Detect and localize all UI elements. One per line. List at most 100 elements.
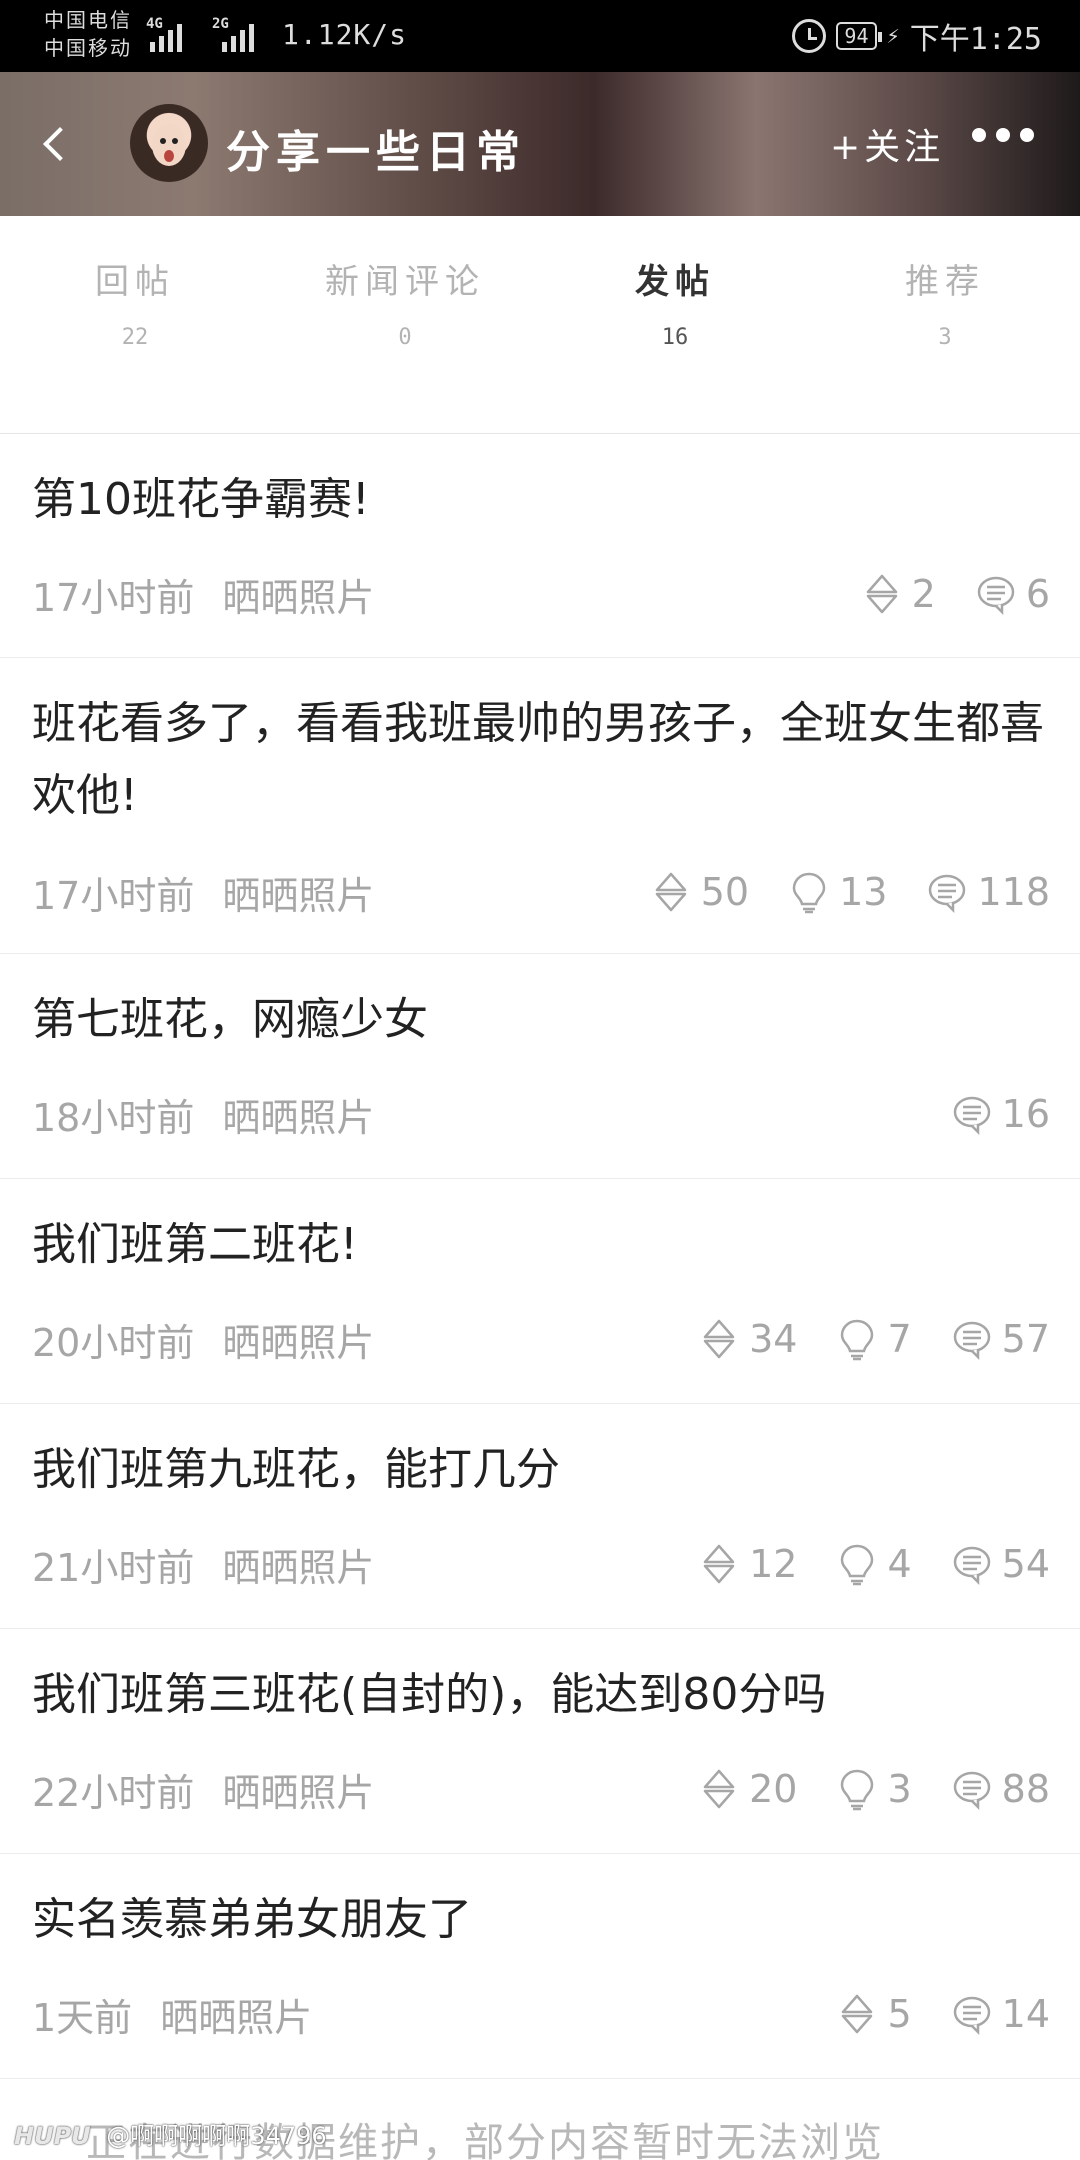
comment-stat[interactable]: 57 xyxy=(952,1317,1050,1361)
tab-posts[interactable]: 发帖 16 xyxy=(540,216,810,433)
recommend-icon xyxy=(703,1319,735,1359)
light-stat[interactable]: 4 xyxy=(837,1542,912,1586)
post-category[interactable]: 晒晒照片 xyxy=(222,1087,374,1142)
status-bar: 中国电信 中国移动 4G 2G 1.12K/s 94 ⚡ 下午1:25 xyxy=(0,0,1080,72)
carrier-1: 中国电信 xyxy=(44,8,132,32)
comment-icon xyxy=(977,576,1015,616)
recommend-count: 5 xyxy=(887,1992,912,2036)
post-item[interactable]: 我们班第九班花，能打几分 21小时前 晒晒照片 12 4 54 xyxy=(0,1404,1080,1629)
recommend-icon xyxy=(703,1544,735,1584)
tab-count: 16 xyxy=(661,325,689,350)
light-stat[interactable]: 7 xyxy=(837,1317,912,1361)
comment-stat[interactable]: 14 xyxy=(952,1992,1050,2036)
light-count: 4 xyxy=(887,1542,912,1586)
tab-count: 0 xyxy=(398,325,412,350)
tab-news-comments[interactable]: 新闻评论 0 xyxy=(270,216,540,433)
follow-button[interactable]: +关注 xyxy=(830,118,944,170)
network-speed: 1.12K/s xyxy=(282,18,408,51)
post-category[interactable]: 晒晒照片 xyxy=(222,1537,374,1592)
profile-header: 分享一些日常 +关注 xyxy=(0,72,1080,216)
post-title[interactable]: 我们班第二班花! xyxy=(32,1209,1048,1281)
post-meta: 21小时前 晒晒照片 12 4 54 xyxy=(32,1536,1050,1592)
post-title[interactable]: 我们班第九班花，能打几分 xyxy=(32,1434,1048,1506)
recommend-icon xyxy=(703,1769,735,1809)
post-title[interactable]: 实名羡慕弟弟女朋友了 xyxy=(32,1884,1048,1956)
recommend-count: 20 xyxy=(749,1767,798,1811)
tab-label: 推荐 xyxy=(905,262,985,302)
post-meta: 22小时前 晒晒照片 20 3 88 xyxy=(32,1761,1050,1817)
post-category[interactable]: 晒晒照片 xyxy=(222,865,374,920)
comment-stat[interactable]: 54 xyxy=(952,1542,1050,1586)
comment-stat[interactable]: 118 xyxy=(927,870,1050,914)
post-time: 1天前 xyxy=(32,1995,133,2040)
tab-count: 22 xyxy=(121,325,149,350)
recommend-stat[interactable]: 12 xyxy=(699,1542,797,1586)
post-item[interactable]: 第七班花，网瘾少女 18小时前 晒晒照片 16 xyxy=(0,954,1080,1179)
light-stat[interactable]: 13 xyxy=(789,870,887,914)
comment-icon xyxy=(953,1996,990,2036)
post-category[interactable]: 晒晒照片 xyxy=(222,567,374,622)
tab-bar: 回帖 22 新闻评论 0 发帖 16 推荐 3 xyxy=(0,216,1080,434)
clock: 下午1:25 xyxy=(909,22,1042,57)
post-time: 17小时前 xyxy=(32,575,195,620)
post-item[interactable]: 我们班第二班花! 20小时前 晒晒照片 34 7 57 xyxy=(0,1179,1080,1404)
recommend-stat[interactable]: 50 xyxy=(651,870,749,914)
comment-count: 88 xyxy=(1001,1767,1050,1811)
comment-icon xyxy=(953,1546,990,1586)
tab-recommended[interactable]: 推荐 3 xyxy=(810,216,1080,433)
recommend-count: 34 xyxy=(749,1317,798,1361)
post-meta: 1天前 晒晒照片 5 14 xyxy=(32,1986,1050,2042)
comment-count: 6 xyxy=(1025,572,1050,616)
light-count: 13 xyxy=(839,870,888,914)
lightbulb-icon xyxy=(841,1544,874,1586)
back-button[interactable] xyxy=(30,116,86,172)
recommend-icon xyxy=(842,1994,873,2034)
tab-replies[interactable]: 回帖 22 xyxy=(0,216,270,433)
avatar[interactable] xyxy=(130,104,208,182)
comment-stat[interactable]: 16 xyxy=(952,1092,1050,1136)
post-title[interactable]: 第七班花，网瘾少女 xyxy=(32,984,1048,1056)
post-meta: 17小时前 晒晒照片 2 6 xyxy=(32,566,1050,622)
post-title[interactable]: 班花看多了，看看我班最帅的男孩子，全班女生都喜欢他! xyxy=(32,688,1048,832)
recommend-count: 50 xyxy=(700,870,750,914)
post-item[interactable]: 第10班花争霸赛! 17小时前 晒晒照片 2 6 xyxy=(0,434,1080,658)
carrier-2: 中国移动 xyxy=(44,36,132,60)
recommend-count: 2 xyxy=(911,572,936,616)
comment-stat[interactable]: 88 xyxy=(952,1767,1050,1811)
light-stat[interactable]: 3 xyxy=(837,1767,912,1811)
recommend-stat[interactable]: 5 xyxy=(837,1992,912,2036)
post-time: 22小时前 xyxy=(32,1770,195,1815)
post-meta: 18小时前 晒晒照片 16 xyxy=(32,1086,1050,1142)
recommend-icon xyxy=(655,872,686,912)
recommend-stat[interactable]: 2 xyxy=(862,572,936,616)
post-title[interactable]: 第10班花争霸赛! xyxy=(32,464,1048,536)
tab-label: 新闻评论 xyxy=(325,262,485,302)
comment-icon xyxy=(953,1096,990,1136)
comment-count: 16 xyxy=(1001,1092,1050,1136)
recommend-icon xyxy=(866,574,897,614)
post-item[interactable]: 实名羡慕弟弟女朋友了 1天前 晒晒照片 5 14 xyxy=(0,1854,1080,2079)
post-time: 18小时前 xyxy=(32,1095,195,1140)
post-category[interactable]: 晒晒照片 xyxy=(160,1987,312,2042)
more-options-icon[interactable] xyxy=(972,128,1034,142)
tab-label: 回帖 xyxy=(95,262,175,302)
tab-label: 发帖 xyxy=(635,262,715,302)
comment-count: 118 xyxy=(977,870,1050,914)
comment-count: 14 xyxy=(1001,1992,1050,2036)
post-meta: 20小时前 晒晒照片 34 7 57 xyxy=(32,1311,1050,1367)
comment-stat[interactable]: 6 xyxy=(976,572,1050,616)
comment-count: 54 xyxy=(1001,1542,1050,1586)
post-title[interactable]: 我们班第三班花(自封的)，能达到80分吗 xyxy=(32,1659,1048,1731)
recommend-stat[interactable]: 34 xyxy=(699,1317,797,1361)
recommend-stat[interactable]: 20 xyxy=(699,1767,797,1811)
light-count: 3 xyxy=(887,1767,912,1811)
lightbulb-icon xyxy=(792,872,826,914)
page-title: 分享一些日常 xyxy=(226,127,526,178)
post-item[interactable]: 班花看多了，看看我班最帅的男孩子，全班女生都喜欢他! 17小时前 晒晒照片 50… xyxy=(0,658,1080,954)
post-time: 17小时前 xyxy=(32,873,195,918)
watermark-user: @啊啊啊啊啊34796 xyxy=(106,2122,327,2150)
recommend-count: 12 xyxy=(749,1542,798,1586)
post-category[interactable]: 晒晒照片 xyxy=(222,1312,374,1367)
post-category[interactable]: 晒晒照片 xyxy=(222,1762,374,1817)
post-item[interactable]: 我们班第三班花(自封的)，能达到80分吗 22小时前 晒晒照片 20 3 88 xyxy=(0,1629,1080,1854)
